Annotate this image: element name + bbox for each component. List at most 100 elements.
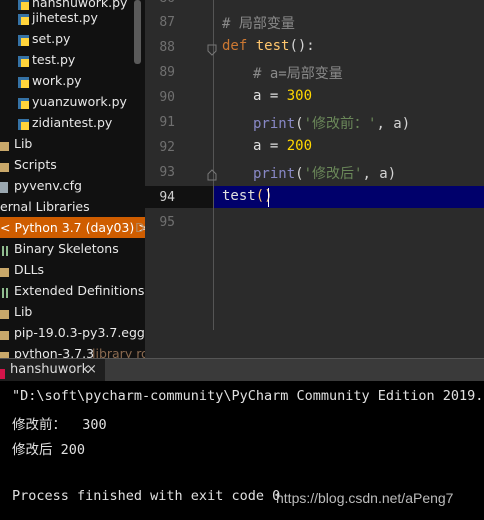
tree-item-label: jihetest.py: [32, 10, 98, 25]
number-literal: 300: [286, 88, 313, 104]
code-line-88: def test():: [222, 38, 315, 54]
python-file-icon: [17, 32, 30, 46]
console-line: 修改前： 300: [12, 417, 107, 433]
folder-icon: [0, 137, 10, 151]
folder-icon: [0, 158, 10, 172]
tree-item-yuanzuwork[interactable]: yuanzuwork.py: [0, 91, 145, 112]
line-number: 90: [159, 90, 175, 105]
run-tab[interactable]: hanshuwork ×: [0, 359, 105, 381]
run-config-icon: [0, 365, 5, 379]
line-number: 93: [159, 165, 175, 180]
tree-item-dlls[interactable]: DLLs: [0, 259, 145, 280]
config-file-icon: [0, 179, 10, 193]
console-line: 修改后 200: [12, 442, 86, 458]
tree-scrollbar[interactable]: [134, 0, 141, 64]
project-tree: hanshuwork.py jihetest.py set.py test.py…: [0, 0, 145, 358]
library-icon: [0, 284, 10, 298]
code-punct: , a): [376, 116, 411, 132]
code-line-91: print('修改前：', a): [253, 113, 410, 133]
folder-icon: [0, 347, 10, 358]
line-number: 89: [159, 65, 175, 80]
code-line-87: # 局部变量: [222, 16, 295, 32]
tree-item-lib-2[interactable]: Lib: [0, 301, 145, 322]
keyword-def: def: [222, 38, 248, 54]
tree-item-extended-definitions[interactable]: Extended Definitions: [0, 280, 145, 301]
code-punct: ():: [289, 38, 315, 54]
tree-item-label: Scripts: [14, 157, 57, 172]
tree-item-label: yuanzuwork.py: [32, 94, 127, 109]
code-line-93: print('修改后', a): [253, 163, 396, 183]
line-number: 87: [159, 15, 175, 30]
tree-item-label: ernal Libraries: [0, 199, 90, 214]
python-file-icon: [17, 53, 30, 67]
fold-open-icon[interactable]: [207, 41, 217, 56]
tree-item-set[interactable]: set.py: [0, 28, 145, 49]
line-number: 91: [159, 115, 175, 130]
tree-item-lib[interactable]: Lib: [0, 133, 145, 154]
tree-item-suffix: D: [135, 220, 145, 235]
tree-item-pip[interactable]: pip-19.0.3-py3.7.egg: [0, 322, 145, 343]
line-number: 88: [159, 40, 175, 55]
code-punct: (: [295, 116, 304, 132]
code-line-89: # a=局部变量: [253, 66, 343, 82]
tree-item-label: set.py: [32, 31, 71, 46]
tree-item-label: test.py: [32, 52, 76, 67]
tree-item-jihetest[interactable]: jihetest.py: [0, 7, 145, 28]
python-file-icon: [17, 11, 30, 25]
fold-close-icon[interactable]: [207, 166, 217, 181]
function-name: test: [255, 38, 290, 54]
number-literal: 200: [286, 138, 313, 154]
tree-item-binary-skeletons[interactable]: Binary Skeletons: [0, 238, 145, 259]
run-tab-label: hanshuwork: [10, 362, 90, 377]
python-file-icon: [17, 74, 30, 88]
tree-item-label: python-3.7.3: [14, 346, 95, 358]
code-line-90: a = 300: [253, 88, 312, 104]
code-assign: a =: [253, 138, 287, 154]
watermark: https://blog.csdn.net/aPeng7: [276, 490, 454, 506]
line-number: 92: [159, 140, 175, 155]
tree-item-label: Binary Skeletons: [14, 241, 119, 256]
library-icon: [0, 242, 10, 256]
code-punct: , a): [362, 166, 397, 182]
line-number-current: 94: [159, 190, 175, 205]
line-number: 95: [159, 215, 175, 230]
tree-item-label: DLLs: [14, 262, 45, 277]
tree-item-work[interactable]: work.py: [0, 70, 145, 91]
folder-icon: [0, 263, 10, 277]
folder-icon: [0, 326, 10, 340]
string-literal: '修改前：': [303, 116, 377, 132]
tree-item-label: pip-19.0.3-py3.7.egg: [14, 325, 145, 340]
line-number: 86: [145, 0, 175, 6]
folder-icon: [0, 305, 10, 319]
tree-item-label: work.py: [32, 73, 82, 88]
builtin-print: print: [253, 166, 296, 182]
tree-item-python-sdk[interactable]: < Python 3.7 (day03) > D: [0, 217, 145, 238]
tree-item-test[interactable]: test.py: [0, 49, 145, 70]
tree-item-python-lib[interactable]: python-3.7.3 library ro: [0, 343, 145, 358]
python-file-icon: [17, 116, 30, 130]
tree-item-label: zidiantest.py: [32, 115, 113, 130]
function-call: test: [222, 188, 256, 204]
python-file-icon: [17, 95, 30, 109]
tree-item-suffix: library ro: [92, 346, 145, 358]
code-punct: (: [295, 166, 304, 182]
tree-item-label: Extended Definitions: [14, 283, 145, 298]
builtin-print: print: [253, 116, 296, 132]
close-icon[interactable]: ×: [86, 359, 97, 381]
tree-item-pyvenv[interactable]: pyvenv.cfg: [0, 175, 145, 196]
string-literal: '修改后': [303, 166, 363, 182]
code-assign: a =: [253, 88, 287, 104]
tree-item-label: pyvenv.cfg: [14, 178, 82, 193]
tree-item-label: Lib: [14, 304, 33, 319]
code-punct: (): [255, 188, 273, 204]
console-line: Process finished with exit code 0: [12, 488, 281, 504]
tree-item-external-libraries[interactable]: ernal Libraries: [0, 196, 145, 217]
tree-item-label: Lib: [14, 136, 33, 151]
tree-item-label: < Python 3.7 (day03) >: [0, 220, 145, 235]
code-line-92: a = 200: [253, 138, 312, 154]
tree-item-scripts[interactable]: Scripts: [0, 154, 145, 175]
tree-item-zidiantest[interactable]: zidiantest.py: [0, 112, 145, 133]
console-line: "D:\soft\pycharm-community\PyCharm Commu…: [12, 388, 484, 404]
text-cursor: [268, 188, 269, 207]
code-line-94: test(): [222, 188, 273, 204]
